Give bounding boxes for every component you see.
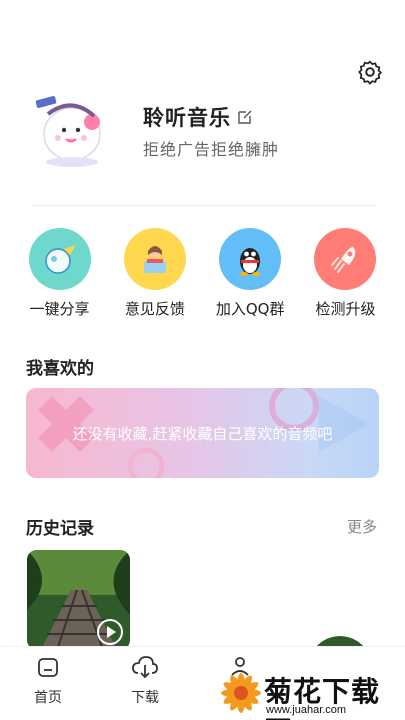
site-watermark: 菊花下载网 www.juahar.com: [216, 668, 405, 720]
quick-actions: 一键分享 意见反馈 加入QQ群 检测升级: [12, 228, 393, 320]
check-update-label: 检测升级: [315, 300, 376, 318]
feedback-person-icon: [123, 228, 186, 290]
join-qq-group-button[interactable]: 加入QQ群: [203, 228, 298, 320]
tab-home[interactable]: 首页: [18, 655, 78, 707]
feedback-button[interactable]: 意见反馈: [107, 228, 202, 320]
home-icon: [38, 658, 58, 677]
feedback-label: 意见反馈: [124, 300, 185, 318]
check-update-button[interactable]: 检测升级: [298, 228, 393, 320]
share-button[interactable]: 一键分享: [12, 228, 107, 320]
mascot-avatar[interactable]: [28, 92, 114, 168]
favorites-title: 我喜欢的: [26, 359, 94, 379]
rocket-icon: [314, 228, 377, 290]
share-label: 一键分享: [29, 300, 90, 318]
history-item-thumbnail[interactable]: [27, 550, 130, 650]
history-title: 历史记录: [26, 519, 94, 539]
favorites-empty-banner[interactable]: 还没有收藏,赶紧收藏自己喜欢的音频吧: [26, 388, 379, 478]
cloud-download-icon: [132, 656, 158, 679]
divider: [32, 205, 376, 206]
app-name: 聆听音乐: [143, 106, 231, 130]
gear-icon: [358, 60, 382, 85]
edit-icon[interactable]: [237, 109, 253, 125]
share-globe-icon: [28, 228, 91, 290]
tab-home-label: 首页: [34, 690, 62, 706]
join-qq-label: 加入QQ群: [215, 300, 285, 318]
watermark-url: www.juahar.com: [266, 704, 347, 716]
history-more-link[interactable]: 更多: [347, 516, 377, 537]
chrysanthemum-logo-icon: [221, 673, 261, 713]
favorites-empty-text: 还没有收藏,赶紧收藏自己喜欢的音频吧: [72, 425, 333, 443]
settings-button[interactable]: [354, 56, 386, 88]
tab-download-label: 下载: [131, 690, 159, 706]
tab-download[interactable]: 下载: [115, 655, 175, 707]
qq-penguin-icon: [219, 228, 282, 290]
app-slogan: 拒绝广告拒绝臃肿: [143, 140, 280, 159]
profile-header: 聆听音乐 拒绝广告拒绝臃肿: [28, 92, 388, 172]
